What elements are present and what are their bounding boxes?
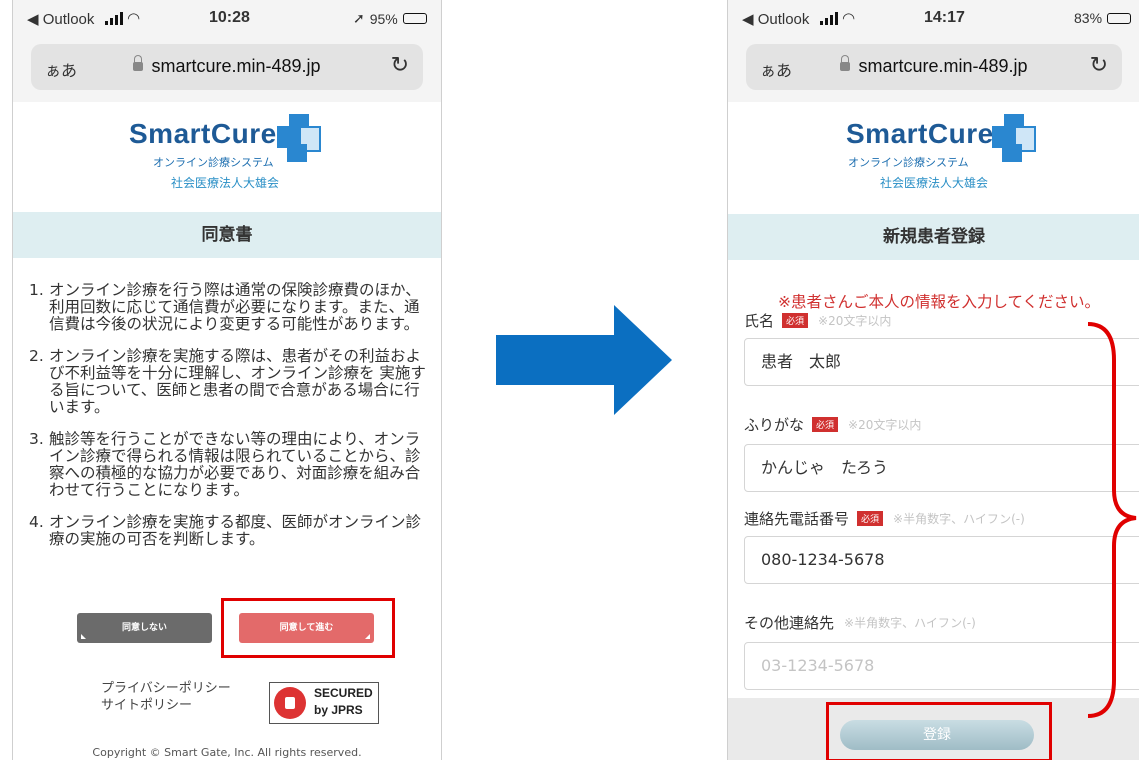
address-bar[interactable]: ぁあ smartcure.min-489.jp ↻ — [746, 44, 1122, 90]
term-text: オンライン診療を実施する都度、医師がオンライン診療の実施の可否を判断します。 — [49, 513, 422, 548]
term-text: オンライン診療を実施する際は、患者がその利益および不利益等を十分に理解し、オンラ… — [49, 347, 426, 416]
signal-icon — [105, 12, 123, 25]
term-text: 触診等を行うことができない等の理由により、オンライン診療で得られる情報は限られて… — [49, 430, 421, 499]
jprs-secured-badge[interactable]: SECURED by JPRS — [269, 682, 379, 724]
notice-text: ※患者さんご本人の情報を入力してください。 — [778, 293, 1101, 311]
list-item: 4. オンライン診療を実施する都度、医師がオンライン診療の実施の可否を判断します。 — [29, 514, 431, 548]
term-number: 1. — [29, 281, 44, 299]
wifi-icon: ◠ — [842, 9, 856, 27]
copyright-text: Copyright © Smart Gate, Inc. All rights … — [92, 746, 362, 759]
phone-input[interactable]: 080-1234-5678 — [744, 536, 1139, 584]
agree-highlight-box — [221, 598, 395, 658]
required-badge: 必須 — [857, 511, 884, 526]
battery-charging-icon — [1107, 12, 1132, 24]
back-to-outlook-link[interactable]: ◀ Outlook — [27, 10, 94, 28]
lock-icon — [133, 55, 144, 71]
page-title: 新規患者登録 — [728, 214, 1139, 260]
url-domain: smartcure.min-489.jp — [151, 56, 321, 76]
right-curly-brace — [1087, 322, 1137, 718]
status-bar: ◀ Outlook ◠ 10:28 ➚ 95% — [13, 0, 441, 40]
list-item: 2. オンライン診療を実施する際は、患者がその利益および不利益等を十分に理解し、オ… — [29, 348, 431, 416]
smartcure-logo: SmartCure オンライン診療システム 社会医療法人大雄会 — [728, 114, 1139, 194]
furigana-input[interactable]: かんじゃ たろう — [744, 444, 1139, 492]
battery-icon — [402, 13, 427, 24]
privacy-policy-link[interactable]: プライバシーポリシー — [101, 680, 231, 697]
status-bar: ◀ Outlook ◠ 14:17 83% — [728, 0, 1139, 40]
furigana-label: ふりがな 必須 ※20文字以内 — [744, 414, 921, 435]
term-number: 4. — [29, 513, 44, 531]
address-bar[interactable]: ぁあ smartcure.min-489.jp ↻ — [31, 44, 423, 90]
logo-cross-icon — [277, 114, 321, 164]
badge-line2: by JPRS — [314, 703, 363, 717]
url-display[interactable]: smartcure.min-489.jp — [746, 55, 1122, 77]
logo-subtitle: オンライン診療システム — [153, 156, 274, 169]
phone-label: 連絡先電話番号 必須 ※半角数字、ハイフン(-) — [744, 508, 1025, 529]
wifi-icon: ◠ — [127, 9, 141, 27]
other-contact-label: その他連絡先 ※半角数字、ハイフン(-) — [744, 612, 976, 633]
left-phone-screen: ◀ Outlook ◠ 10:28 ➚ 95% ぁあ smartcure.min… — [12, 0, 442, 760]
clock: 14:17 — [924, 9, 965, 26]
other-contact-input[interactable]: 03-1234-5678 — [744, 642, 1139, 690]
logo-wordmark: SmartCure — [129, 118, 277, 149]
padlock-icon — [274, 687, 306, 719]
battery-status: ➚ 95% — [353, 10, 427, 27]
right-arrow-icon — [496, 305, 672, 415]
field-label: その他連絡先 — [744, 614, 835, 632]
logo-organization: 社会医療法人大雄会 — [880, 176, 989, 190]
register-highlight-box — [826, 702, 1052, 760]
lock-icon — [840, 55, 851, 71]
reload-icon[interactable]: ↻ — [391, 53, 409, 78]
url-display[interactable]: smartcure.min-489.jp — [31, 55, 423, 77]
page-title: 同意書 — [13, 212, 441, 258]
disagree-button[interactable]: 同意しない — [77, 613, 212, 643]
field-label: 連絡先電話番号 — [744, 510, 850, 528]
field-hint: ※半角数字、ハイフン(-) — [844, 616, 976, 630]
logo-wordmark: SmartCure — [846, 118, 994, 149]
field-label: ふりがな — [744, 416, 805, 434]
field-hint: ※半角数字、ハイフン(-) — [893, 512, 1025, 526]
list-item: 3. 触診等を行うことができない等の理由により、オンライン診療で得られる情報は限ら… — [29, 431, 431, 499]
name-label: 氏名 必須 ※20文字以内 — [744, 310, 891, 331]
field-hint: ※20文字以内 — [818, 314, 892, 328]
battery-percent: 83% — [1074, 10, 1103, 26]
badge-line1: SECURED — [314, 686, 373, 700]
clock: 10:28 — [209, 9, 250, 26]
battery-percent: 95% — [369, 10, 398, 27]
location-icon: ➚ — [353, 10, 365, 26]
term-number: 3. — [29, 430, 44, 448]
logo-cross-icon — [992, 114, 1036, 164]
logo-organization: 社会医療法人大雄会 — [171, 176, 280, 190]
field-label: 氏名 — [744, 312, 775, 330]
battery-status: 83% — [1074, 10, 1132, 26]
back-to-outlook-link[interactable]: ◀ Outlook — [742, 10, 809, 28]
reload-icon[interactable]: ↻ — [1090, 53, 1108, 78]
right-phone-screen: ◀ Outlook ◠ 14:17 83% ぁあ smartcure.min-4… — [727, 0, 1139, 760]
smartcure-logo: SmartCure オンライン診療システム 社会医療法人大雄会 — [13, 114, 441, 194]
logo-subtitle: オンライン診療システム — [848, 156, 969, 169]
required-badge: 必須 — [812, 417, 839, 432]
url-domain: smartcure.min-489.jp — [858, 56, 1028, 76]
signal-icon — [820, 12, 838, 25]
term-number: 2. — [29, 347, 44, 365]
term-text: オンライン診療を行う際は通常の保険診療費のほか、利用回数に応じて通信費が必要にな… — [49, 281, 421, 333]
required-badge: 必須 — [782, 313, 809, 328]
name-input[interactable]: 患者 太郎 — [744, 338, 1139, 386]
field-hint: ※20文字以内 — [848, 418, 922, 432]
registration-page: SmartCure オンライン診療システム 社会医療法人大雄会 新規患者登録 ※… — [728, 102, 1139, 760]
list-item: 1. オンライン診療を行う際は通常の保険診療費のほか、利用回数に応じて通信費が必要… — [29, 282, 431, 333]
consent-page: SmartCure オンライン診療システム 社会医療法人大雄会 同意書 1. オン… — [13, 102, 441, 760]
consent-terms-list: 1. オンライン診療を行う際は通常の保険診療費のほか、利用回数に応じて通信費が必要… — [29, 282, 431, 563]
site-policy-link[interactable]: サイトポリシー — [101, 697, 231, 714]
policy-links: プライバシーポリシー サイトポリシー — [101, 680, 231, 714]
